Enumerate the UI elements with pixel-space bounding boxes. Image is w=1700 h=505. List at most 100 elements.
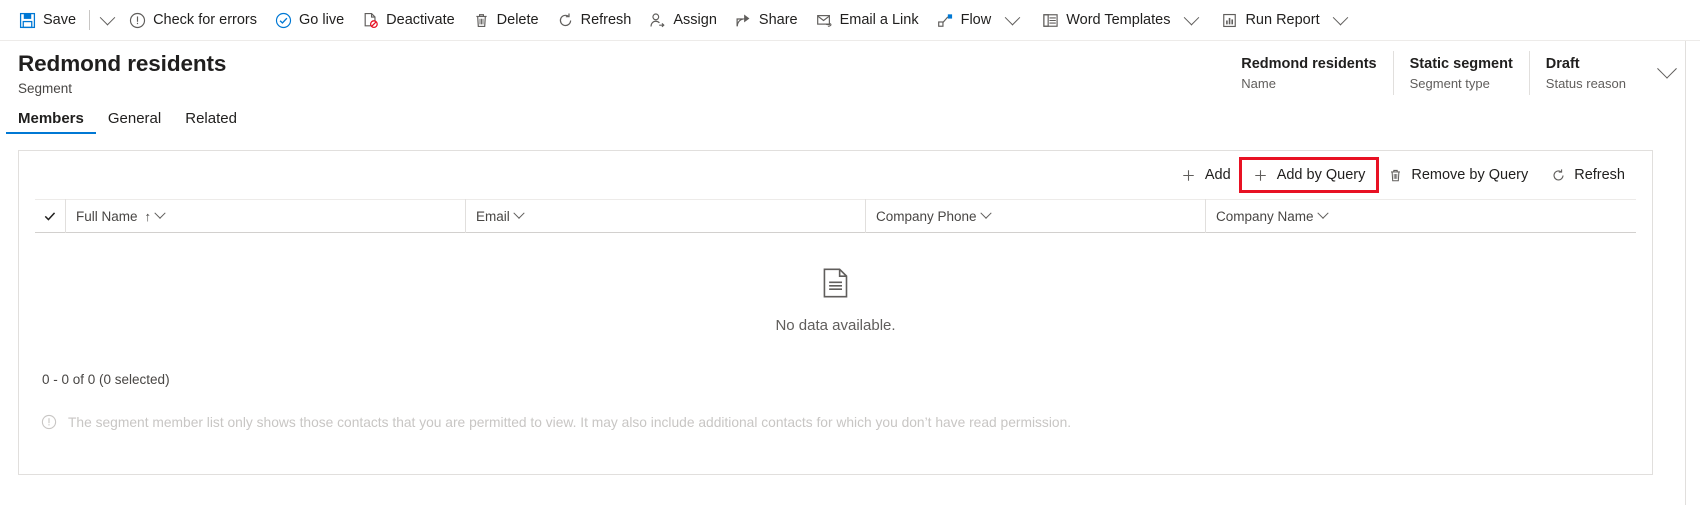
assign-button[interactable]: Assign: [640, 1, 726, 40]
save-icon: [19, 12, 36, 29]
right-scroll-gutter[interactable]: [1685, 41, 1700, 505]
share-button[interactable]: Share: [726, 1, 807, 40]
email-a-link-label: Email a Link: [839, 12, 919, 28]
fact-name: Redmond residents Name: [1225, 51, 1392, 95]
fact-name-value: Redmond residents: [1241, 55, 1377, 72]
chevron-down-icon[interactable]: [1316, 207, 1329, 219]
sort-ascending-icon: ↑: [144, 208, 152, 224]
chevron-down-icon: [1332, 9, 1349, 25]
word-templates-dropdown-caret[interactable]: [1179, 1, 1203, 40]
column-header-company-phone[interactable]: Company Phone: [865, 199, 1205, 233]
go-live-label: Go live: [299, 12, 345, 28]
remove-by-query-button[interactable]: Remove by Query: [1376, 160, 1539, 190]
add-button[interactable]: Add: [1170, 160, 1242, 190]
word-templates-label: Word Templates: [1066, 12, 1171, 28]
run-report-label: Run Report: [1245, 12, 1320, 28]
plus-icon: [1253, 167, 1269, 183]
tab-related-label: Related: [185, 110, 237, 127]
empty-state: No data available.: [19, 233, 1652, 368]
word-template-icon: [1042, 12, 1059, 29]
checkmark-icon: [44, 212, 56, 221]
chevron-down-icon[interactable]: [979, 207, 992, 219]
add-label: Add: [1204, 167, 1231, 183]
word-templates-button[interactable]: Word Templates: [1033, 1, 1212, 40]
column-header-email[interactable]: Email: [465, 199, 865, 233]
column-header-full-name-label: Full Name: [76, 208, 138, 224]
fact-name-label: Name: [1241, 75, 1276, 91]
email-link-icon: [816, 12, 833, 29]
chevron-down-icon: [99, 9, 115, 25]
chevron-down-icon: [1183, 9, 1200, 25]
fact-segment-type: Static segment Segment type: [1392, 51, 1529, 95]
flow-icon: [937, 12, 954, 29]
column-header-company-phone-label: Company Phone: [876, 208, 977, 224]
assign-person-icon: [649, 12, 666, 29]
trash-icon: [473, 12, 490, 29]
info-circle-icon: [41, 414, 57, 430]
flow-label: Flow: [960, 12, 992, 28]
tab-members-label: Members: [18, 110, 84, 127]
delete-label: Delete: [496, 12, 539, 28]
share-icon: [735, 12, 752, 29]
deactivate-page-icon: [362, 12, 379, 29]
grid-command-bar: Add Add by Query Remove by Query Refresh: [19, 151, 1652, 199]
fact-segment-type-label: Segment type: [1409, 75, 1490, 91]
chevron-down-icon: [1657, 58, 1677, 79]
document-page-icon: [823, 267, 849, 303]
permission-notice: The segment member list only shows those…: [19, 414, 1652, 430]
column-header-email-label: Email: [476, 208, 510, 224]
share-label: Share: [758, 12, 798, 28]
chevron-down-icon[interactable]: [513, 207, 525, 219]
record-count-label: 0 - 0 of 0 (0 selected): [42, 372, 170, 387]
permission-notice-text: The segment member list only shows those…: [68, 414, 1072, 430]
save-button[interactable]: Save: [10, 1, 85, 40]
top-command-bar: Save Check for errors Go live Deactivate…: [0, 0, 1700, 41]
refresh-icon: [557, 12, 574, 29]
page-header: Redmond residents Segment Redmond reside…: [0, 41, 1700, 100]
tab-general[interactable]: General: [96, 110, 173, 134]
check-for-errors-label: Check for errors: [153, 12, 258, 28]
add-by-query-label: Add by Query: [1276, 167, 1366, 183]
flow-dropdown-caret[interactable]: [1000, 1, 1024, 40]
fact-status-reason: Draft Status reason: [1528, 51, 1642, 95]
run-report-button[interactable]: Run Report: [1212, 1, 1361, 40]
fact-status-reason-value: Draft: [1545, 55, 1580, 72]
delete-button[interactable]: Delete: [464, 1, 548, 40]
grid-refresh-label: Refresh: [1574, 167, 1625, 183]
trash-icon: [1387, 167, 1403, 183]
chevron-down-icon: [1004, 9, 1020, 25]
column-header-company-name[interactable]: Company Name: [1205, 199, 1585, 233]
column-header-company-name-label: Company Name: [1216, 208, 1314, 224]
tab-strip: Members General Related: [0, 100, 1700, 134]
fact-status-reason-label: Status reason: [1545, 75, 1626, 91]
save-dropdown-button[interactable]: [94, 1, 120, 40]
deactivate-button[interactable]: Deactivate: [353, 1, 464, 40]
refresh-icon: [1550, 167, 1566, 183]
fact-segment-type-value: Static segment: [1409, 55, 1513, 72]
flow-button[interactable]: Flow: [928, 1, 1034, 40]
tab-related[interactable]: Related: [173, 110, 249, 134]
add-by-query-button[interactable]: Add by Query: [1238, 157, 1380, 193]
column-header-full-name[interactable]: Full Name ↑: [65, 199, 465, 233]
grid-column-headers: Full Name ↑ Email Company Phone Company …: [35, 199, 1636, 233]
go-live-button[interactable]: Go live: [266, 1, 353, 40]
chevron-down-icon[interactable]: [154, 207, 166, 219]
empty-state-message: No data available.: [775, 316, 896, 334]
report-chart-icon: [1221, 12, 1238, 29]
header-expand-button[interactable]: [1650, 51, 1684, 95]
deactivate-label: Deactivate: [386, 12, 455, 28]
header-fact-strip: Redmond residents Name Static segment Se…: [1225, 51, 1684, 95]
run-report-dropdown-caret[interactable]: [1329, 1, 1353, 40]
grid-refresh-button[interactable]: Refresh: [1539, 160, 1636, 190]
check-for-errors-button[interactable]: Check for errors: [120, 1, 266, 40]
email-a-link-button[interactable]: Email a Link: [807, 1, 928, 40]
tab-members[interactable]: Members: [6, 110, 96, 134]
exclamation-circle-icon: [129, 12, 146, 29]
select-all-checkbox[interactable]: [35, 209, 65, 223]
remove-by-query-label: Remove by Query: [1411, 167, 1529, 183]
save-label: Save: [43, 12, 77, 28]
toolbar-divider: [89, 10, 91, 30]
refresh-button[interactable]: Refresh: [548, 1, 641, 40]
tab-general-label: General: [107, 110, 162, 127]
checkmark-circle-icon: [275, 12, 292, 29]
